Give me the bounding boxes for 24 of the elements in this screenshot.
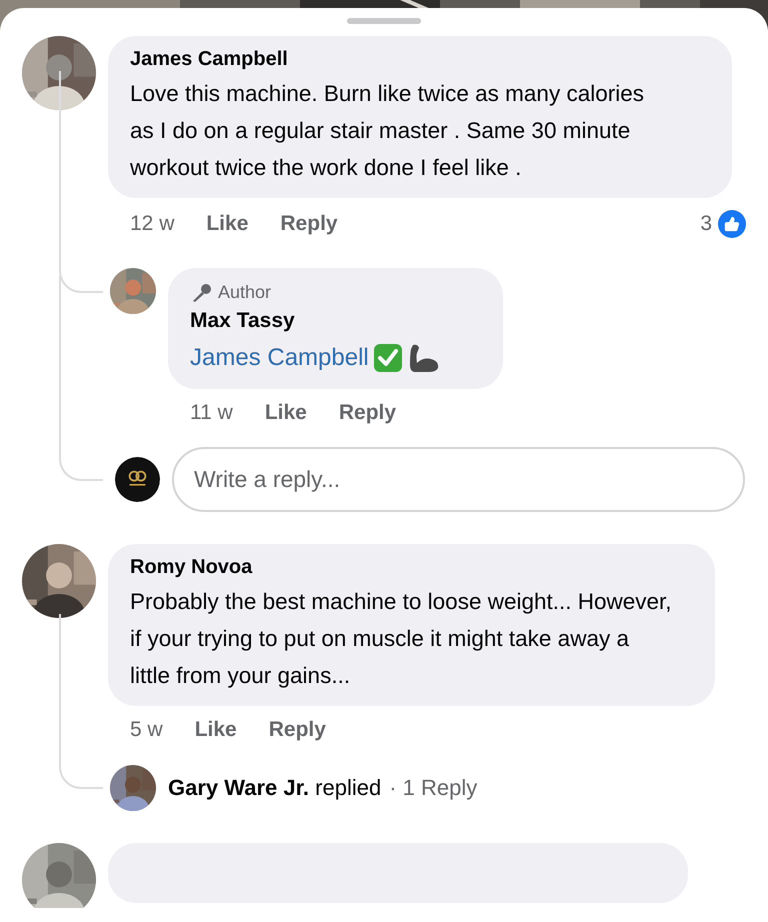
reply-button[interactable]: Reply bbox=[338, 401, 396, 425]
like-button[interactable]: Like bbox=[194, 718, 237, 742]
check-mark-icon bbox=[372, 343, 403, 373]
reply-button[interactable]: Reply bbox=[280, 212, 338, 236]
comment-time: 5 w bbox=[130, 718, 163, 742]
author-name[interactable]: James Campbell bbox=[130, 48, 672, 71]
view-replies-link[interactable]: · 1 Reply bbox=[389, 775, 478, 801]
author-name[interactable]: Max Tassy bbox=[190, 309, 481, 333]
like-button[interactable]: Like bbox=[206, 212, 248, 236]
author-name[interactable]: Romy Novoa bbox=[130, 556, 675, 579]
comment-time: 11 w bbox=[190, 401, 233, 425]
reply-field[interactable]: Write a reply... bbox=[172, 447, 745, 512]
like-button[interactable]: Like bbox=[264, 401, 307, 425]
like-icon bbox=[718, 210, 746, 238]
logo-icon bbox=[115, 457, 160, 502]
mention-link[interactable]: James Campbell bbox=[190, 344, 369, 372]
reaction-count: 3 bbox=[700, 212, 712, 236]
author-label: Author bbox=[218, 282, 272, 303]
drag-handle[interactable] bbox=[347, 18, 421, 24]
comment-text: Probably the best machine to loose weight... However, if your trying to put on muscle it might take away a little from your gains... bbox=[130, 588, 673, 690]
replied-text: Gary Ware Jr. replied bbox=[168, 775, 382, 801]
comment-time: 12 w bbox=[130, 212, 174, 236]
comment-text: Love this machine. Burn like twice as many calories as I do on a regular stair master . Same 30 minute workout twice the work done I feel like . bbox=[130, 80, 645, 182]
reply-button[interactable]: Reply bbox=[268, 718, 326, 742]
